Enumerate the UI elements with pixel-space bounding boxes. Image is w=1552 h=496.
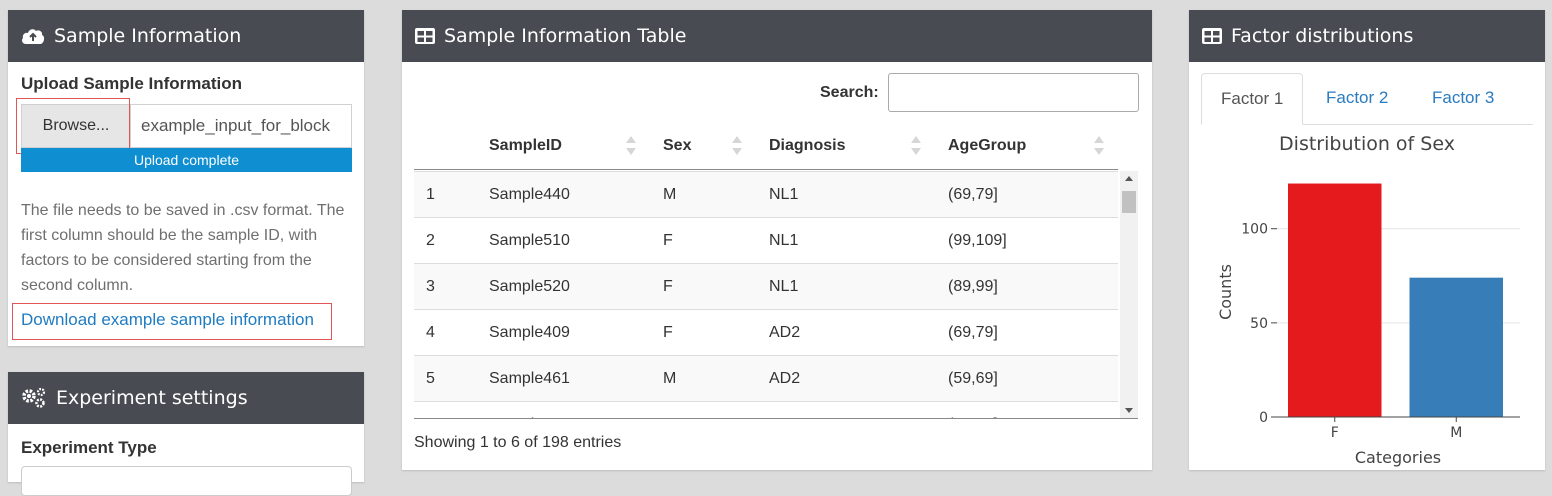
tab-factor-2[interactable]: Factor 2: [1307, 73, 1407, 125]
tab-factor-3[interactable]: Factor 3: [1413, 73, 1513, 125]
cell-agegroup: (59,69]: [948, 370, 998, 387]
chart-title: Distribution of Sex: [1279, 133, 1455, 155]
sample-table-panel: Sample Information Table Search: SampleI…: [402, 10, 1152, 470]
column-header-diagnosis[interactable]: Diagnosis: [769, 122, 845, 170]
download-example-link[interactable]: Download example sample information: [21, 310, 314, 330]
bar-F[interactable]: [1288, 183, 1382, 417]
experiment-type-select[interactable]: [21, 466, 352, 496]
cell-diagnosis: NL1: [769, 232, 799, 249]
table-body: 1 Sample440 M NL1 (69,79] 2 Sample510 F …: [414, 171, 1138, 419]
cell-sex: F: [663, 278, 673, 295]
column-header-agegroup[interactable]: AgeGroup: [948, 122, 1026, 170]
panel-title: Sample Information: [54, 25, 242, 47]
cell-sex: M: [663, 370, 677, 387]
sample-information-header: Sample Information: [8, 10, 364, 62]
y-axis-label: Counts: [1216, 264, 1235, 320]
table-icon: [1202, 28, 1222, 44]
search-input[interactable]: [888, 73, 1139, 112]
table-info-text: Showing 1 to 6 of 198 entries: [414, 434, 622, 451]
sex-distribution-chart: Distribution of Sex 050100F M Categories …: [1216, 133, 1520, 467]
factor-distributions-header: Factor distributions: [1189, 10, 1545, 62]
panel-title: Factor distributions: [1231, 25, 1414, 47]
cell-sex: F: [663, 324, 673, 341]
cell-index: 4: [426, 324, 435, 341]
upload-help-text: The file needs to be saved in .csv forma…: [21, 202, 345, 294]
upload-progress-bar: Upload complete: [21, 148, 352, 172]
cell-index: 5: [426, 370, 435, 387]
factor-distributions-panel: Factor distributions Factor 1 Factor 2 F…: [1189, 10, 1545, 470]
scroll-thumb[interactable]: [1122, 191, 1136, 213]
cell-sampleid: Sample461: [489, 370, 570, 387]
cell-diagnosis: AD2: [769, 402, 800, 418]
cell-agegroup: (89,99]: [948, 402, 998, 418]
cell-sex: M: [663, 186, 677, 203]
table-row[interactable]: 4 Sample409 F AD2 (69,79]: [414, 309, 1118, 355]
panel-title: Sample Information Table: [444, 25, 687, 47]
sample-table-header: Sample Information Table: [402, 10, 1152, 62]
cell-sampleid: Sample496: [489, 402, 570, 418]
cell-sampleid: Sample510: [489, 232, 570, 249]
experiment-settings-panel: Experiment settings Experiment Type: [8, 372, 364, 496]
sort-icon[interactable]: [910, 122, 922, 170]
cell-diagnosis: NL1: [769, 278, 799, 295]
x-tick-label: M: [1450, 425, 1462, 441]
cell-agegroup: (69,79]: [948, 186, 998, 203]
experiment-type-label: Experiment Type: [21, 438, 157, 457]
search-label: Search:: [820, 84, 879, 101]
bar-M[interactable]: [1409, 277, 1504, 417]
table-scrollbar[interactable]: [1120, 171, 1138, 418]
cell-diagnosis: AD2: [769, 324, 801, 341]
cell-agegroup: (89,99]: [948, 278, 998, 295]
cell-agegroup: (69,79]: [948, 324, 998, 341]
cell-sampleid: Sample409: [489, 324, 570, 341]
file-name-field[interactable]: example_input_for_block: [131, 104, 352, 148]
cogs-icon: [22, 387, 46, 408]
cell-sex: F: [663, 232, 673, 249]
scroll-up-icon[interactable]: [1120, 171, 1138, 187]
x-tick-label: F: [1331, 425, 1339, 441]
table-row[interactable]: 2 Sample510 F NL1 (99,109]: [414, 217, 1118, 263]
table-row[interactable]: 3 Sample520 F NL1 (89,99]: [414, 263, 1118, 309]
column-header-sampleid[interactable]: SampleID: [489, 122, 562, 170]
sample-information-panel: Sample Information Upload Sample Informa…: [8, 10, 364, 346]
table-icon: [415, 28, 435, 44]
cell-agegroup: (99,109]: [948, 232, 1007, 249]
sort-icon[interactable]: [625, 122, 637, 170]
table-row[interactable]: 6 Sample496 F AD2 (89,99]: [414, 401, 1118, 418]
cell-sampleid: Sample440: [489, 186, 570, 203]
cell-diagnosis: AD2: [769, 370, 801, 387]
factor-tabs: Factor 1 Factor 2 Factor 3: [1201, 73, 1533, 125]
x-axis-label: Categories: [1355, 448, 1441, 467]
sort-icon[interactable]: [731, 122, 743, 170]
table-row[interactable]: 5 Sample461 M AD2 (59,69]: [414, 355, 1118, 401]
y-tick-label: 100: [1241, 222, 1268, 238]
y-tick-label: 50: [1250, 316, 1268, 332]
table-row[interactable]: 1 Sample440 M NL1 (69,79]: [414, 171, 1118, 217]
cell-index: 1: [426, 186, 435, 203]
experiment-settings-header: Experiment settings: [8, 372, 364, 424]
tab-factor-1[interactable]: Factor 1: [1201, 73, 1304, 125]
column-header-sex[interactable]: Sex: [663, 122, 691, 170]
cell-index: 3: [426, 278, 435, 295]
upload-label: Upload Sample Information: [21, 74, 243, 93]
scroll-down-icon[interactable]: [1120, 403, 1138, 418]
cell-sampleid: Sample520: [489, 278, 570, 295]
panel-title: Experiment settings: [56, 387, 248, 409]
y-tick-label: 0: [1259, 410, 1268, 426]
cloud-upload-icon: [22, 29, 45, 44]
cell-sex: F: [663, 402, 673, 418]
table-header-row: SampleID Sex Diagnosis AgeGroup: [414, 122, 1118, 170]
cell-index: 2: [426, 232, 435, 249]
cell-diagnosis: NL1: [769, 186, 799, 203]
cell-index: 6: [426, 402, 435, 418]
browse-highlight: [16, 98, 130, 154]
sort-icon[interactable]: [1093, 122, 1105, 170]
